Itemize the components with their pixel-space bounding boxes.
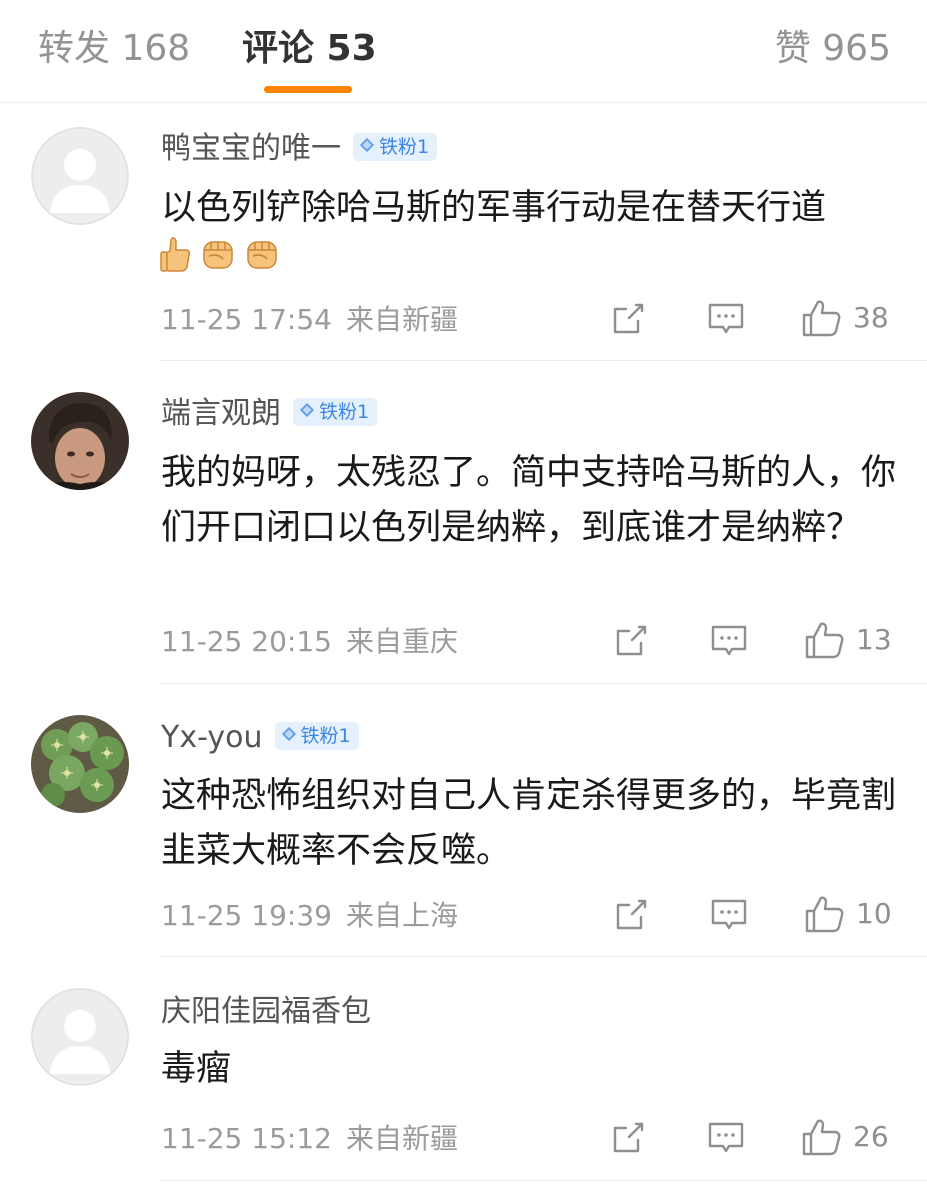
comment-meta: 11-25 17:54 来自新疆 [161,302,458,338]
comment-icon [711,625,747,656]
divider [161,1180,927,1181]
avatar[interactable] [31,715,129,813]
reply-button[interactable] [709,896,749,934]
comment-meta: 11-25 20:15 来自重庆 [161,624,458,660]
location: 来自上海 [345,899,458,932]
fan-badge[interactable]: 铁粉1 [274,721,359,750]
share-icon [613,1122,644,1153]
fan-badge[interactable]: 铁粉1 [353,132,438,161]
comment-icon [708,1122,744,1153]
comment-meta: 11-25 15:12 来自新疆 [161,1121,458,1157]
repost-button[interactable] [612,896,650,934]
like-button[interactable]: 38 [801,298,889,338]
thumbs-up-icon [802,300,841,337]
avatar[interactable] [31,988,129,1086]
repost-button[interactable] [609,1119,647,1157]
thumbs-up-icon [805,622,844,659]
comment-text: 这种恐怖组织对自己人肯定杀得更多的，毕竟割韭菜大概率不会反噬。 [161,776,897,871]
repost-button[interactable] [612,622,650,660]
timestamp: 11-25 20:15 [161,625,332,658]
comment-icon [711,899,747,930]
share-icon [616,899,647,930]
portrait-avatar-icon [31,392,129,490]
tab-comments[interactable]: 评论 53 [242,26,377,72]
timestamp: 11-25 17:54 [161,303,332,336]
thumbs-up-icon [160,237,191,272]
location: 来自重庆 [345,625,458,658]
like-count: 26 [853,1120,889,1153]
tab-likes[interactable]: 赞 965 [775,26,891,72]
divider [161,683,927,684]
location: 来自新疆 [345,303,458,336]
username[interactable]: Yx-you 铁粉1 [161,718,359,758]
diamond-icon [299,398,315,426]
diamond-icon [359,133,375,161]
diamond-icon [281,722,297,750]
reply-button[interactable] [706,300,746,338]
tab-bar: 转发 168 评论 53 赞 965 [0,0,927,103]
tab-repost[interactable]: 转发 168 [38,26,190,72]
like-button[interactable]: 26 [801,1117,889,1157]
default-avatar-icon [31,988,129,1086]
comments-page: 转发 168 评论 53 赞 965 鸭宝宝的唯一 铁粉1 以色列铲除哈马斯的军事… [0,0,927,1200]
username[interactable]: 鸭宝宝的唯一 铁粉1 [161,129,438,169]
comment-meta: 11-25 19:39 来自上海 [161,898,458,934]
comment-icon [708,303,744,334]
username[interactable]: 庆阳佳园福香包 [161,992,371,1032]
default-avatar-icon [31,127,129,225]
divider [161,956,927,957]
like-button[interactable]: 10 [804,894,892,934]
comment-text: 我的妈呀，太残忍了。简中支持哈马斯的人，你们开口闭口以色列是纳粹，到底谁才是纳粹… [161,453,897,548]
share-icon [613,303,644,334]
like-count: 38 [853,301,889,334]
cactus-avatar-icon [31,715,129,813]
repost-button[interactable] [609,300,647,338]
username[interactable]: 端言观朗 铁粉1 [161,394,378,434]
reply-button[interactable] [709,622,749,660]
share-icon [616,625,647,656]
fist-icon [247,241,277,269]
fist-icon [203,241,233,269]
comment-text: 以色列铲除哈马斯的军事行动是在替天行道 [161,188,827,228]
active-tab-indicator [264,86,352,93]
fan-badge[interactable]: 铁粉1 [293,397,378,426]
like-count: 13 [856,623,892,656]
divider [161,360,927,361]
comment-text: 毒瘤 [161,1049,232,1089]
timestamp: 11-25 19:39 [161,899,332,932]
reply-button[interactable] [706,1119,746,1157]
like-count: 10 [856,897,892,930]
avatar[interactable] [31,127,129,225]
location: 来自新疆 [345,1122,458,1155]
avatar[interactable] [31,392,129,490]
timestamp: 11-25 15:12 [161,1122,332,1155]
like-button[interactable]: 13 [804,620,892,660]
thumbs-up-icon [805,896,844,933]
emoji-row [160,236,280,272]
thumbs-up-icon [802,1119,841,1156]
